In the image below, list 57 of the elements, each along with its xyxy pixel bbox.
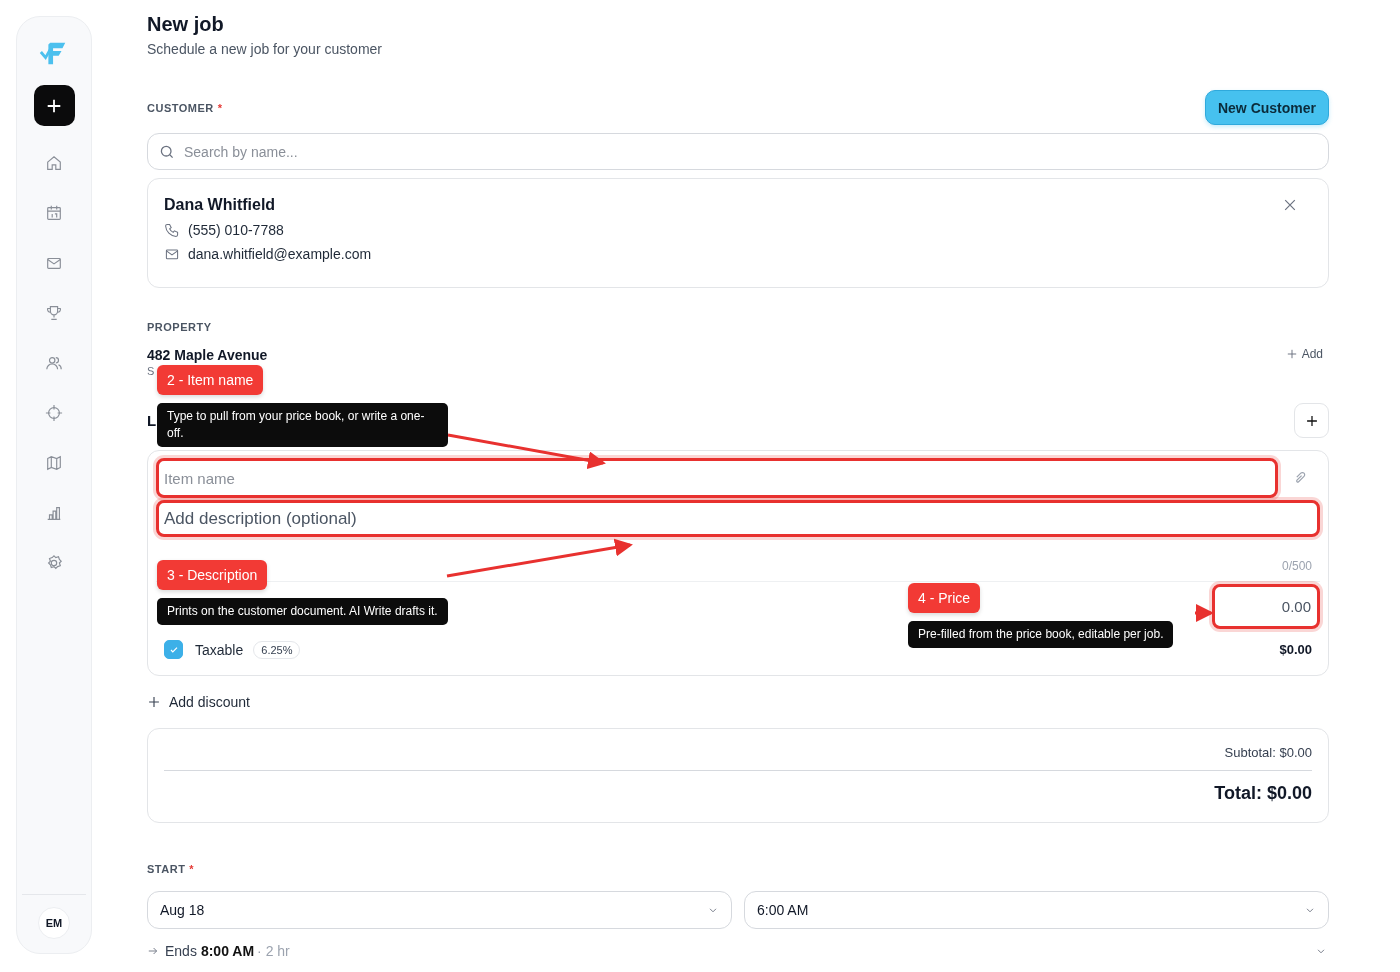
trophy-icon[interactable] [45, 304, 63, 322]
page-title: New job [147, 12, 225, 36]
settings-icon[interactable] [45, 554, 63, 572]
add-item-button[interactable] [1294, 403, 1329, 438]
plus-icon [1285, 348, 1298, 360]
add-property-button[interactable]: Add [1285, 347, 1323, 361]
user-avatar[interactable]: EM [38, 907, 70, 939]
annotation-badge: 4 - Price [908, 583, 981, 613]
users-icon[interactable] [45, 354, 63, 372]
annotation-badge: 3 - Description [157, 560, 268, 590]
close-icon[interactable] [1282, 197, 1298, 213]
customer-name: Dana Whitfield [164, 196, 276, 214]
arrow-right-icon [147, 945, 159, 957]
section-label: START [147, 863, 186, 875]
required-mark: * [217, 101, 223, 114]
customer-email: dana.whitfield@example.com [188, 246, 372, 262]
bar-chart-icon[interactable] [45, 504, 63, 522]
property-detail: S [147, 365, 156, 377]
map-icon[interactable] [45, 454, 63, 472]
page-subtitle: Schedule a new job for your customer [147, 40, 383, 58]
calendar-icon[interactable] [45, 204, 63, 222]
crosshair-icon[interactable] [45, 404, 63, 422]
duration: · 2 hr [257, 943, 290, 959]
item-name-field[interactable]: Item name [156, 458, 1278, 498]
add-discount-button[interactable]: Add discount [147, 694, 250, 710]
annotation-arrow [1195, 604, 1214, 622]
home-icon[interactable] [45, 154, 63, 172]
annotation-badge: 2 - Item name [157, 365, 264, 395]
date-select[interactable]: Aug 18 [147, 891, 732, 929]
mail-icon [164, 246, 180, 262]
time-select[interactable]: 6:00 AM [744, 891, 1329, 929]
taxable-checkbox[interactable] [164, 640, 183, 659]
section-heading: L [147, 412, 157, 429]
description-field[interactable]: Add description (optional) [156, 500, 1320, 537]
phone-icon [164, 222, 180, 238]
customer-phone: (555) 010-7788 [188, 222, 284, 238]
required-mark: * [189, 863, 195, 875]
annotation-note: Prints on the customer document. AI Write drafts it. [157, 598, 448, 625]
price-field[interactable]: 0.00 [1212, 584, 1320, 629]
annotation-note: Pre-filled from the price book, editable per job. [908, 621, 1174, 648]
character-counter: 0/500 [1281, 559, 1312, 573]
plus-icon [147, 695, 161, 709]
total: Total: $0.00 [1214, 783, 1312, 804]
new-customer-button[interactable]: New Customer [1204, 90, 1329, 125]
section-label: PROPERTY [147, 321, 212, 333]
property-address: 482 Maple Avenue [147, 347, 268, 363]
annotation-note: Type to pull from your price book, or write a one-off. [157, 403, 448, 447]
ends-label: Ends [165, 943, 197, 959]
line-amount: $0.00 [1279, 642, 1312, 657]
subtotal: Subtotal: $0.00 [164, 745, 1312, 771]
taxable-label: Taxable [195, 641, 244, 658]
section-label: CUSTOMER [147, 101, 214, 114]
search-icon [159, 144, 175, 160]
end-time: 8:00 AM [200, 943, 255, 959]
search-field[interactable]: Search by name... [147, 133, 1329, 170]
plus-icon [1304, 413, 1319, 428]
create-button[interactable] [33, 85, 75, 126]
